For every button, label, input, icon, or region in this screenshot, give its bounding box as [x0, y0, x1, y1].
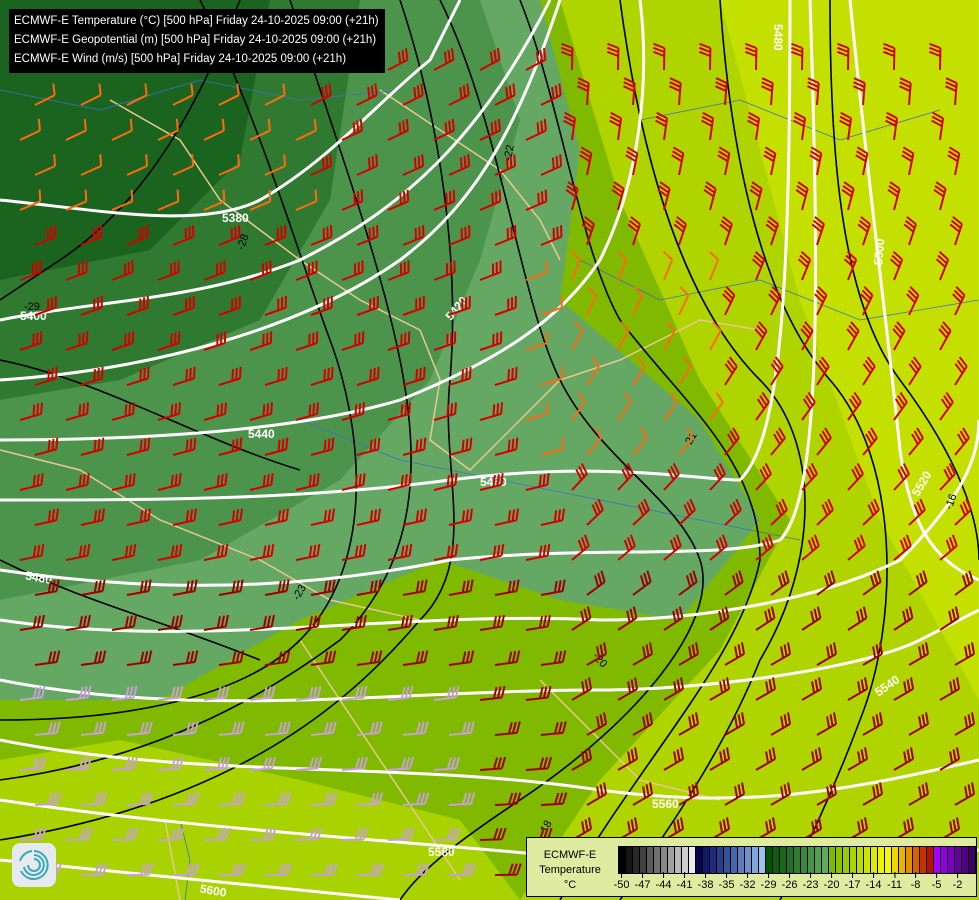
color-swatch — [906, 847, 913, 873]
color-swatch — [773, 847, 780, 873]
map-header: ECMWF-E Temperature (°C) [500 hPa] Frida… — [9, 9, 385, 73]
color-swatch — [626, 847, 633, 873]
color-swatch — [864, 847, 871, 873]
legend-tick: -14 — [866, 872, 881, 891]
header-temperature: ECMWF-E Temperature (°C) [500 hPa] Frida… — [14, 15, 379, 27]
color-swatch — [675, 847, 682, 873]
swirl-icon — [19, 850, 49, 880]
legend-unit: °C — [563, 879, 577, 891]
color-scale — [618, 846, 977, 874]
contour-label: 5580 — [428, 845, 455, 859]
isotherm-label: -29 — [24, 301, 40, 313]
contour-label: 5560 — [652, 797, 679, 811]
color-swatch — [815, 847, 822, 873]
legend-tick: -32 — [740, 872, 755, 891]
color-swatch — [920, 847, 927, 873]
color-swatch — [948, 847, 955, 873]
color-swatch — [899, 847, 906, 873]
color-swatch — [689, 847, 696, 873]
color-swatch — [668, 847, 675, 873]
color-swatch — [878, 847, 885, 873]
header-geopotential: ECMWF-E Geopotential (m) [500 hPa] Frida… — [14, 34, 377, 46]
legend-source: ECMWF-E — [543, 849, 597, 861]
color-swatch — [955, 847, 962, 873]
color-swatch — [822, 847, 829, 873]
color-swatch — [696, 847, 703, 873]
color-swatch — [969, 847, 976, 873]
color-swatch — [724, 847, 731, 873]
contour-label: 5500 — [871, 238, 887, 266]
color-swatch — [941, 847, 948, 873]
temperature-legend: ECMWF-E Temperature °C -50 -47 -44 -41 -38 -3… — [526, 837, 977, 897]
legend-variable: Temperature — [539, 864, 601, 876]
color-swatch — [892, 847, 899, 873]
ecmwf-logo — [12, 843, 56, 887]
weather-map[interactable]: 5380 5400 5420 5440 5460 5480 5480 5500 … — [0, 0, 979, 900]
color-swatch — [640, 847, 647, 873]
color-swatch — [801, 847, 808, 873]
legend-tick: -35 — [719, 872, 734, 891]
legend-tick: -2 — [953, 872, 962, 891]
legend-tick: -20 — [824, 872, 839, 891]
legend-tick: -47 — [635, 872, 650, 891]
color-swatch — [752, 847, 759, 873]
color-swatch — [885, 847, 892, 873]
color-swatch — [647, 847, 654, 873]
color-swatch — [619, 847, 626, 873]
color-swatch — [654, 847, 661, 873]
color-swatch — [710, 847, 717, 873]
legend-tick: -38 — [698, 872, 713, 891]
color-swatch — [738, 847, 745, 873]
color-swatch — [787, 847, 794, 873]
legend-tick: -17 — [845, 872, 860, 891]
header-wind: ECMWF-E Wind (m/s) [500 hPa] Friday 24-1… — [14, 53, 347, 65]
color-swatch — [717, 847, 724, 873]
legend-tick: -29 — [761, 872, 776, 891]
color-swatch — [843, 847, 850, 873]
color-swatch — [808, 847, 815, 873]
color-swatch — [934, 847, 941, 873]
color-swatch — [871, 847, 878, 873]
contour-label: 5440 — [248, 427, 275, 441]
legend-tick: -41 — [677, 872, 692, 891]
color-swatch — [633, 847, 640, 873]
contour-label: 5380 — [222, 211, 249, 225]
legend-tick: -8 — [911, 872, 920, 891]
legend-tick: -44 — [656, 872, 671, 891]
legend-tick: -11 — [887, 872, 902, 891]
legend-tick: -23 — [803, 872, 818, 891]
color-swatch — [682, 847, 689, 873]
color-swatch — [759, 847, 766, 873]
color-swatch — [661, 847, 668, 873]
color-swatch — [927, 847, 934, 873]
color-swatch — [857, 847, 864, 873]
legend-tick: -26 — [782, 872, 797, 891]
color-swatch — [913, 847, 920, 873]
color-swatch — [703, 847, 710, 873]
color-swatch — [780, 847, 787, 873]
contour-label: 5480 — [771, 24, 785, 51]
color-swatch — [962, 847, 969, 873]
color-swatch — [745, 847, 752, 873]
color-swatch — [836, 847, 843, 873]
color-swatch — [731, 847, 738, 873]
color-swatch — [794, 847, 801, 873]
color-scale-ticks: -50 -47 -44 -41 -38 -35 -32 -29 -26 -23 -20 -17 -14-… — [614, 872, 978, 896]
legend-tick: -50 — [614, 872, 629, 891]
color-swatch — [850, 847, 857, 873]
color-swatch — [829, 847, 836, 873]
color-swatch — [766, 847, 773, 873]
legend-tick: -5 — [932, 872, 941, 891]
